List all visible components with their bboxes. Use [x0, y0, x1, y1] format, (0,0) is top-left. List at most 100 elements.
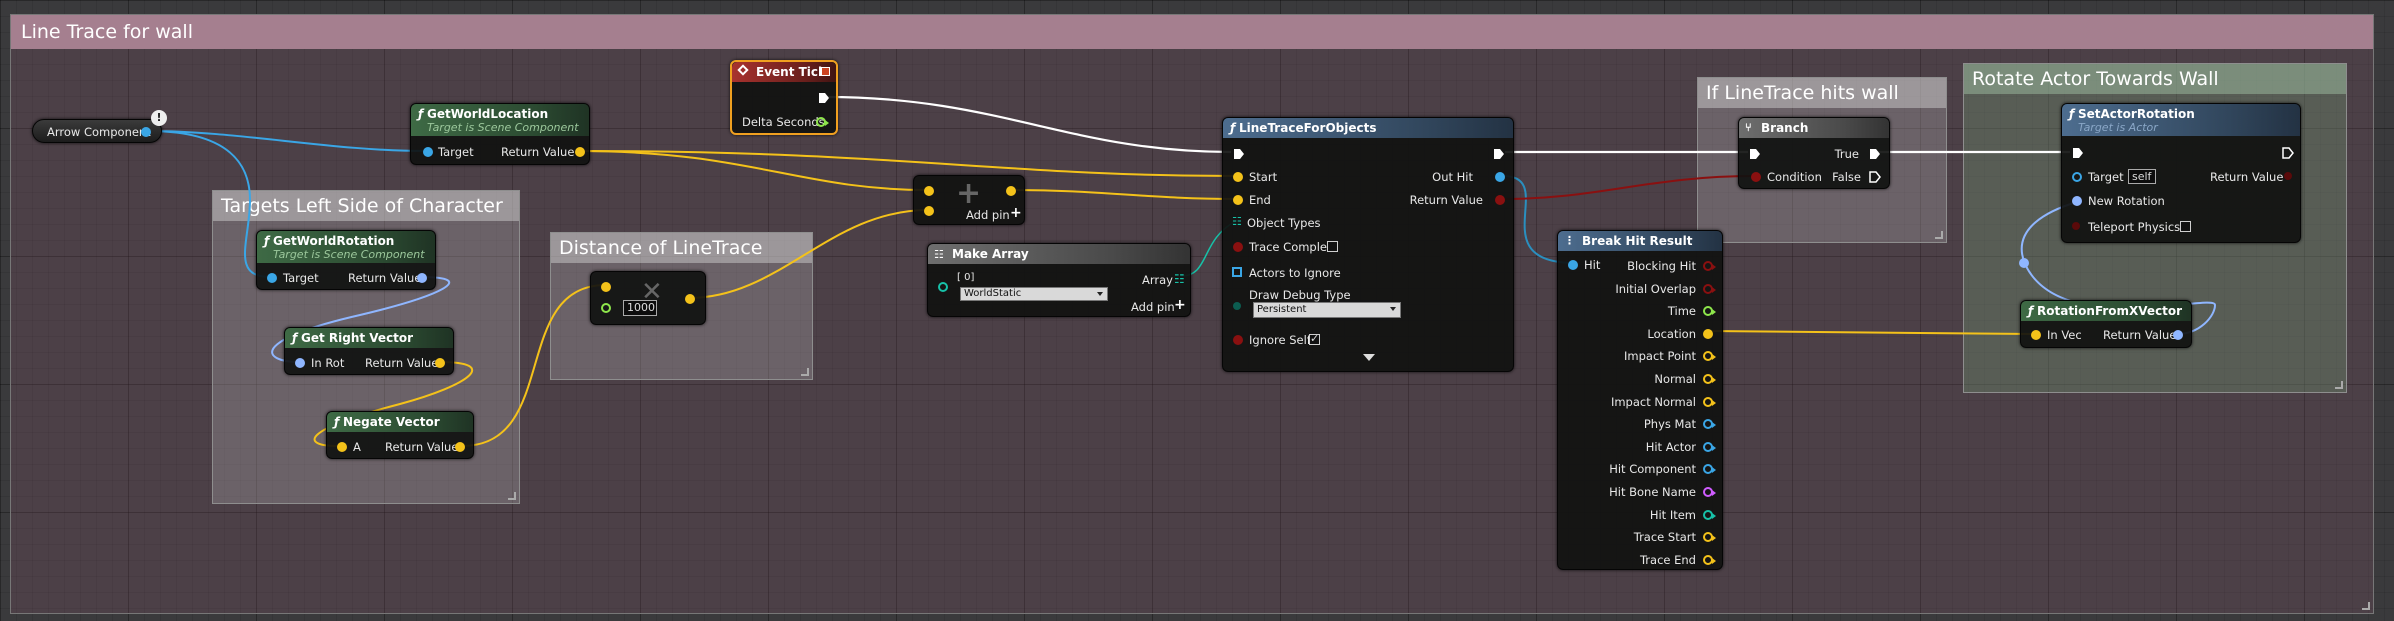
set-actor-rotation-node[interactable]: ƒ SetActorRotation Target is Actor Targe… [2061, 103, 2301, 243]
pin-return[interactable] [1006, 186, 1016, 196]
pin-initial-overlap[interactable] [1703, 283, 1716, 294]
graph-canvas[interactable]: Line Trace for wall Targets Left Side of… [0, 0, 2394, 621]
pin-end[interactable] [1233, 195, 1243, 205]
wire-gwl-add[interactable] [577, 150, 929, 191]
exec-out-pin[interactable] [2282, 147, 2294, 159]
pin-index-0[interactable] [938, 282, 948, 292]
add-node[interactable]: + Add pin + [913, 175, 1025, 225]
wire-location-rotx[interactable] [1707, 330, 2034, 335]
pin-blocking-hit[interactable] [1703, 261, 1716, 271]
exec-out-pin[interactable] [1493, 148, 1505, 160]
pin-target[interactable] [267, 273, 277, 283]
target-self-input[interactable]: self [2128, 169, 2156, 184]
wire-add-end[interactable] [1011, 189, 1237, 200]
wire-return-condition[interactable] [1502, 175, 1755, 200]
pin-hit-actor[interactable] [1703, 441, 1716, 452]
pin-trace-end[interactable] [1703, 554, 1716, 565]
pin-out-hit[interactable] [1495, 172, 1505, 182]
pin-in-rot[interactable] [295, 358, 305, 368]
pin-teleport[interactable] [2072, 222, 2080, 230]
pin-ignore-self[interactable] [1233, 335, 1243, 345]
pin-impact-normal[interactable] [1703, 396, 1716, 407]
wire-mul-add[interactable] [688, 209, 929, 299]
get-world-location-node[interactable]: ƒ GetWorldLocation Target is Scene Compo… [410, 103, 590, 165]
pin-draw-debug-type[interactable] [1233, 302, 1241, 310]
pin-hit[interactable] [1568, 260, 1578, 270]
multiply-node[interactable]: ✕ 1000 [590, 271, 706, 325]
negate-vector-node[interactable]: ƒ Negate Vector A Return Value [326, 411, 474, 459]
pin-return[interactable] [2284, 172, 2292, 180]
plus-icon[interactable]: + [1010, 205, 1022, 221]
arrow-component-node[interactable]: Arrow Component ! [32, 110, 167, 143]
node-header[interactable]: ⋮ Break Hit Result [1558, 231, 1722, 251]
pin-return[interactable] [455, 442, 465, 452]
exec-out-pin[interactable] [818, 92, 830, 104]
wire-arrow-gwr[interactable] [147, 130, 271, 278]
pin-time[interactable] [1703, 306, 1716, 317]
pin-return[interactable] [685, 294, 695, 304]
make-array-node[interactable]: ☷ Make Array [ 0] WorldStatic Array ☷ Ad… [927, 243, 1191, 317]
array-pin[interactable]: ☷ [1174, 272, 1185, 286]
node-header[interactable]: Event Tick [732, 62, 836, 82]
pin-return-value[interactable] [1495, 195, 1505, 205]
object-type-select[interactable]: WorldStatic [960, 287, 1108, 301]
pin-a[interactable] [924, 186, 934, 196]
pin-return[interactable] [417, 273, 427, 283]
pin-a[interactable] [601, 282, 611, 292]
pin-impact-point[interactable] [1703, 351, 1716, 362]
pin-phys-mat[interactable] [1703, 419, 1716, 430]
add-pin-button[interactable]: Add pin [966, 208, 1010, 222]
array-pin[interactable]: ☷ [1232, 215, 1242, 228]
plus-icon[interactable]: + [1174, 297, 1186, 313]
wire-gwl-start[interactable] [577, 150, 1237, 177]
pin-hit-component[interactable] [1703, 464, 1716, 475]
pin-normal[interactable] [1703, 374, 1716, 384]
branch-node[interactable]: ⑂ Branch Condition True False [1738, 117, 1890, 189]
ignore-self-checkbox[interactable] [1309, 332, 1320, 345]
exec-in-pin[interactable] [1233, 148, 1245, 160]
line-trace-node[interactable]: ƒ LineTraceForObjects Start End ☷ Object… [1222, 117, 1514, 372]
wire-exec-tick-trace[interactable] [825, 95, 1232, 154]
pin-target[interactable] [423, 147, 433, 157]
pin-hit-bone-name[interactable] [1703, 487, 1716, 497]
node-header[interactable]: ƒ SetActorRotation Target is Actor [2062, 104, 2300, 136]
get-right-vector-node[interactable]: ƒ Get Right Vector In Rot Return Value [284, 327, 454, 375]
reroute-node[interactable] [2019, 258, 2029, 268]
pin-trace-complex[interactable] [1233, 242, 1243, 252]
pin-in-vec[interactable] [2031, 330, 2041, 340]
pin-delta-seconds[interactable] [816, 117, 829, 127]
multiply-value-input[interactable]: 1000 [623, 300, 657, 316]
exec-in-pin[interactable] [1749, 148, 1761, 160]
delegate-pin[interactable] [821, 67, 830, 76]
pin-start[interactable] [1233, 172, 1243, 182]
draw-debug-select[interactable]: Persistent [1253, 302, 1401, 318]
pin-condition[interactable] [1751, 172, 1761, 182]
exec-in-pin[interactable] [2072, 147, 2084, 159]
pin-b[interactable] [601, 303, 611, 313]
pin-return[interactable] [575, 147, 585, 157]
pin-target[interactable] [2072, 172, 2082, 182]
node-header[interactable]: ƒ LineTraceForObjects [1223, 118, 1513, 138]
pin-trace-start[interactable] [1703, 532, 1716, 543]
pin-b[interactable] [924, 206, 934, 216]
expand-arrow-icon[interactable] [1363, 354, 1375, 361]
break-hit-result-node[interactable]: ⋮ Break Hit Result Hit Blocking Hit Initi… [1557, 230, 1723, 570]
node-header[interactable]: ☷ Make Array [928, 244, 1190, 264]
wire-negate-mul[interactable] [461, 284, 607, 447]
add-pin-button[interactable]: Add pin [1131, 300, 1175, 314]
node-header[interactable]: ƒ GetWorldRotation Target is Scene Compo… [257, 231, 435, 263]
array-pin[interactable] [1232, 267, 1242, 277]
trace-complex-checkbox[interactable] [1327, 241, 1338, 252]
pin-return[interactable] [435, 358, 445, 368]
event-tick-node[interactable]: Event Tick Delta Seconds [730, 60, 838, 135]
node-header[interactable]: ƒ RotationFromXVector [2021, 301, 2191, 321]
rotation-from-x-vector-node[interactable]: ƒ RotationFromXVector In Vec Return Valu… [2020, 300, 2192, 348]
teleport-checkbox[interactable] [2180, 221, 2191, 232]
exec-true-pin[interactable] [1869, 148, 1881, 160]
node-header[interactable]: ƒ Negate Vector [327, 412, 473, 432]
pin-hit-item[interactable] [1703, 509, 1716, 520]
node-header[interactable]: ƒ GetWorldLocation Target is Scene Compo… [411, 104, 589, 136]
pin-a[interactable] [337, 442, 347, 452]
pin-location[interactable] [1703, 328, 1713, 339]
node-header[interactable]: ⑂ Branch [1739, 118, 1889, 138]
